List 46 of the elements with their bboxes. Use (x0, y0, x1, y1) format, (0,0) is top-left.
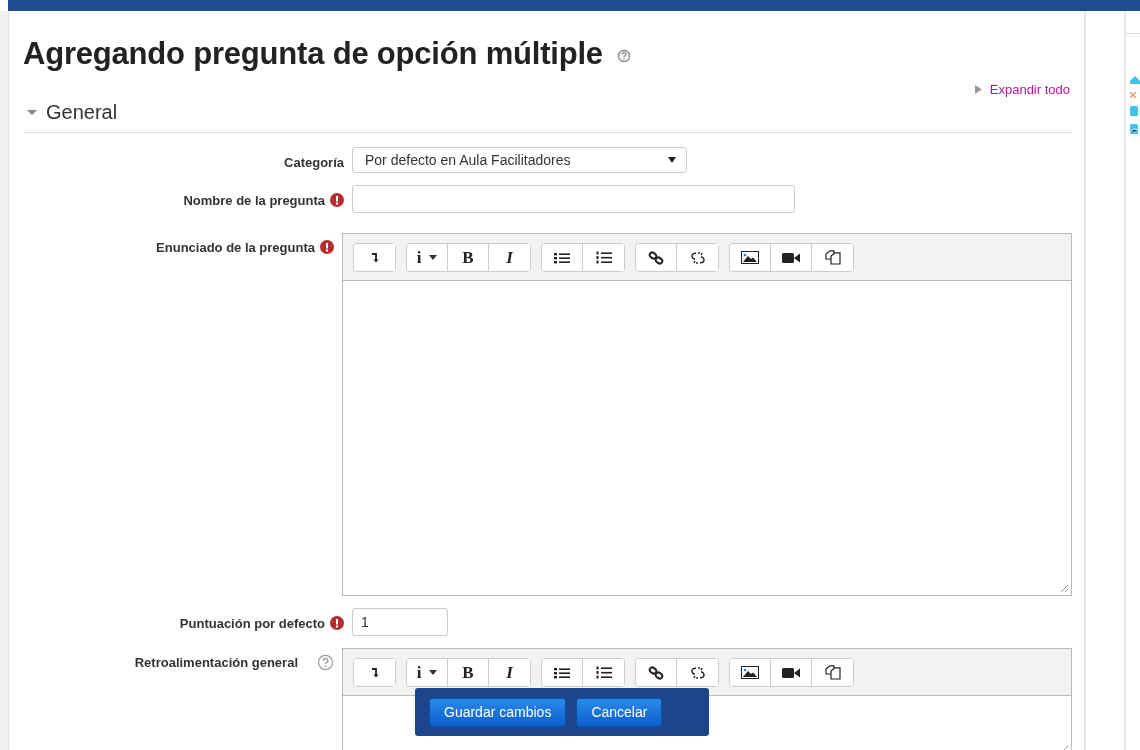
help-icon[interactable] (616, 49, 631, 63)
section-title[interactable]: General (46, 101, 118, 124)
cancel-button[interactable]: Cancelar (576, 697, 663, 727)
caret-icon (429, 670, 438, 675)
default-mark-field[interactable]: 1 (352, 608, 448, 636)
image-icon (741, 666, 759, 679)
format-button[interactable]: i (407, 244, 448, 271)
link-button[interactable] (636, 659, 677, 686)
text-editor[interactable]: i B I (342, 233, 1072, 596)
caret-icon (429, 255, 438, 260)
field-label: Retroalimentación general (134, 655, 298, 670)
copy-icon (824, 250, 841, 265)
image-icon (741, 251, 759, 264)
field-label: Nombre de la pregunta (183, 193, 325, 208)
video-camera-icon (782, 251, 800, 264)
expand-all-link[interactable]: Expandir todo (974, 82, 1070, 97)
ul-button[interactable] (542, 244, 583, 271)
numbered-list-icon (595, 665, 612, 680)
field-label: Categoría (284, 155, 344, 170)
video-camera-icon (782, 666, 800, 679)
resize-handle-icon[interactable] (1059, 583, 1069, 593)
image-button[interactable] (730, 659, 771, 686)
field-label: Enunciado de la pregunta (156, 240, 315, 255)
link-icon (648, 250, 664, 265)
numbered-list-icon (595, 250, 612, 265)
format-button[interactable]: i (407, 659, 448, 686)
indent-button[interactable] (354, 244, 395, 271)
field-label: Puntuación por defecto (179, 616, 325, 631)
unlink-icon (689, 250, 706, 265)
image-button[interactable] (730, 244, 771, 271)
question-name-field[interactable] (352, 185, 795, 213)
indent-button[interactable] (354, 659, 395, 686)
ul-button[interactable] (542, 659, 583, 686)
category-dropdown[interactable]: Por defecto en Aula Facilitadores (352, 147, 687, 173)
unlink-icon (689, 665, 706, 680)
triangle-icon (974, 85, 982, 94)
chart-icon[interactable] (1130, 124, 1138, 134)
link-button[interactable] (636, 244, 677, 271)
copy-icon (824, 665, 841, 680)
page-title: Agregando pregunta de opción múltiple (23, 36, 603, 72)
link-icon (648, 665, 664, 680)
help-icon[interactable] (317, 654, 334, 671)
bulleted-list-icon (554, 251, 570, 264)
collapse-caret-icon[interactable] (26, 108, 38, 117)
save-button[interactable]: Guardar cambios (429, 697, 567, 727)
bulleted-list-icon (554, 666, 570, 679)
